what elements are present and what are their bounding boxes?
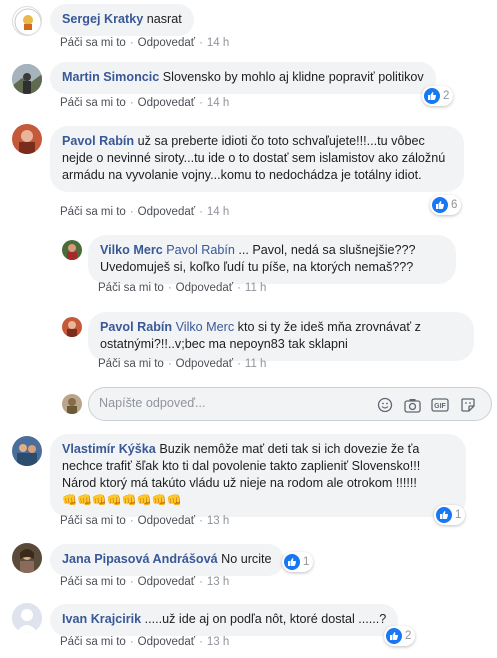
comment-time[interactable]: 11 h — [245, 358, 267, 370]
reaction-count[interactable]: 1 — [434, 505, 466, 525]
like-link[interactable]: Páči sa mi to — [60, 97, 126, 109]
sticker-icon[interactable] — [459, 396, 477, 414]
reply-link[interactable]: Odpovedať — [138, 515, 195, 527]
like-link[interactable]: Páči sa mi to — [60, 37, 126, 49]
gif-icon[interactable]: GIF — [431, 396, 449, 414]
avatar[interactable] — [12, 603, 42, 633]
comment-actions: Páči sa mi to · Odpovedať · 11 h — [98, 358, 267, 370]
comment-actions: Páči sa mi to · Odpovedať · 14 h — [60, 97, 230, 109]
like-reaction-icon — [424, 88, 440, 104]
like-link[interactable]: Páči sa mi to — [98, 282, 164, 294]
comment-text: nasrat — [146, 12, 182, 26]
comment-bubble: Jana Pipasová Andrášová No urcite — [50, 544, 284, 576]
reply-link[interactable]: Odpovedať — [138, 636, 195, 648]
svg-text:GIF: GIF — [434, 403, 446, 410]
comment-bubble: Pavol Rabín už sa preberte idioti čo tot… — [50, 126, 464, 192]
comment-text: .....už ide aj on podľa nôt, ktoré dosta… — [144, 612, 387, 626]
comment-actions: Páči sa mi to · Odpovedať · 14 h — [60, 37, 230, 49]
reply-link[interactable]: Odpovedať — [176, 282, 233, 294]
emoji-icon[interactable] — [376, 396, 394, 414]
reply-link[interactable]: Odpovedať — [138, 97, 195, 109]
reply-input[interactable] — [99, 396, 369, 410]
reaction-count[interactable]: 2 — [384, 626, 416, 646]
avatar[interactable] — [12, 6, 42, 36]
reaction-count[interactable]: 1 — [282, 552, 314, 572]
like-link[interactable]: Páči sa mi to — [60, 576, 126, 588]
comment-time[interactable]: 11 h — [245, 282, 267, 294]
comment-time[interactable]: 13 h — [207, 576, 229, 588]
reply-box: GIF — [88, 387, 492, 421]
reply-link[interactable]: Odpovedať — [138, 37, 195, 49]
fist-emojis: 👊👊👊👊👊👊👊👊 — [62, 493, 182, 507]
comment-author[interactable]: Vlastimír Kýška — [62, 442, 156, 456]
reaction-count[interactable]: 6 — [430, 195, 462, 215]
like-link[interactable]: Páči sa mi to — [60, 206, 126, 218]
like-reaction-icon — [284, 554, 300, 570]
like-link[interactable]: Páči sa mi to — [60, 636, 126, 648]
comment-time[interactable]: 14 h — [207, 97, 229, 109]
avatar[interactable] — [12, 64, 42, 94]
avatar[interactable] — [62, 240, 82, 260]
comment-bubble: Vlastimír Kýška Buzik nemôže mať deti ta… — [50, 434, 466, 517]
comment-actions: Páči sa mi to · Odpovedať · 11 h — [98, 282, 267, 294]
reaction-count[interactable]: 2 — [422, 86, 454, 106]
comment-bubble: Sergej Kratky nasrat — [50, 4, 194, 36]
like-reaction-icon — [432, 197, 448, 213]
reply-link[interactable]: Odpovedať — [138, 206, 195, 218]
comment-time[interactable]: 14 h — [207, 37, 229, 49]
comment-bubble: Ivan Krajcirik .....už ide aj on podľa n… — [50, 604, 399, 636]
comment-author[interactable]: Jana Pipasová Andrášová — [62, 552, 218, 566]
comment-actions: Páči sa mi to · Odpovedať · 13 h — [60, 636, 230, 648]
comment-actions: Páči sa mi to · Odpovedať · 14 h — [60, 206, 230, 218]
comment-author[interactable]: Pavol Rabín — [62, 134, 134, 148]
avatar[interactable] — [62, 317, 82, 337]
camera-icon[interactable] — [403, 396, 421, 414]
like-link[interactable]: Páči sa mi to — [98, 358, 164, 370]
comment-bubble: Pavol Rabín Vilko Merc kto si ty že ideš… — [88, 312, 474, 361]
comment-bubble: Vilko Merc Pavol Rabín ... Pavol, nedá s… — [88, 235, 456, 284]
comment-actions: Páči sa mi to · Odpovedať · 13 h — [60, 515, 230, 527]
comment-time[interactable]: 14 h — [207, 206, 229, 218]
mention-link[interactable]: Pavol Rabín — [166, 243, 235, 257]
like-reaction-icon — [436, 507, 452, 523]
reply-link[interactable]: Odpovedať — [176, 358, 233, 370]
comment-time[interactable]: 13 h — [207, 515, 229, 527]
comment-time[interactable]: 13 h — [207, 636, 229, 648]
avatar[interactable] — [12, 436, 42, 466]
avatar[interactable] — [12, 124, 42, 154]
comment-text: Slovensko by mohlo aj klidne popraviť po… — [162, 70, 424, 84]
comment-author[interactable]: Pavol Rabín — [100, 320, 172, 334]
mention-link[interactable]: Vilko Merc — [176, 320, 235, 334]
reply-link[interactable]: Odpovedať — [138, 576, 195, 588]
comment-text: No urcite — [221, 552, 272, 566]
avatar[interactable] — [12, 543, 42, 573]
comment-author[interactable]: Sergej Kratky — [62, 12, 143, 26]
comment-author[interactable]: Vilko Merc — [100, 243, 163, 257]
like-reaction-icon — [386, 628, 402, 644]
like-link[interactable]: Páči sa mi to — [60, 515, 126, 527]
current-user-avatar — [62, 394, 82, 414]
comment-bubble: Martin Simoncic Slovensko by mohlo aj kl… — [50, 62, 436, 94]
comment-author[interactable]: Martin Simoncic — [62, 70, 159, 84]
comment-actions: Páči sa mi to · Odpovedať · 13 h — [60, 576, 230, 588]
comment-author[interactable]: Ivan Krajcirik — [62, 612, 141, 626]
